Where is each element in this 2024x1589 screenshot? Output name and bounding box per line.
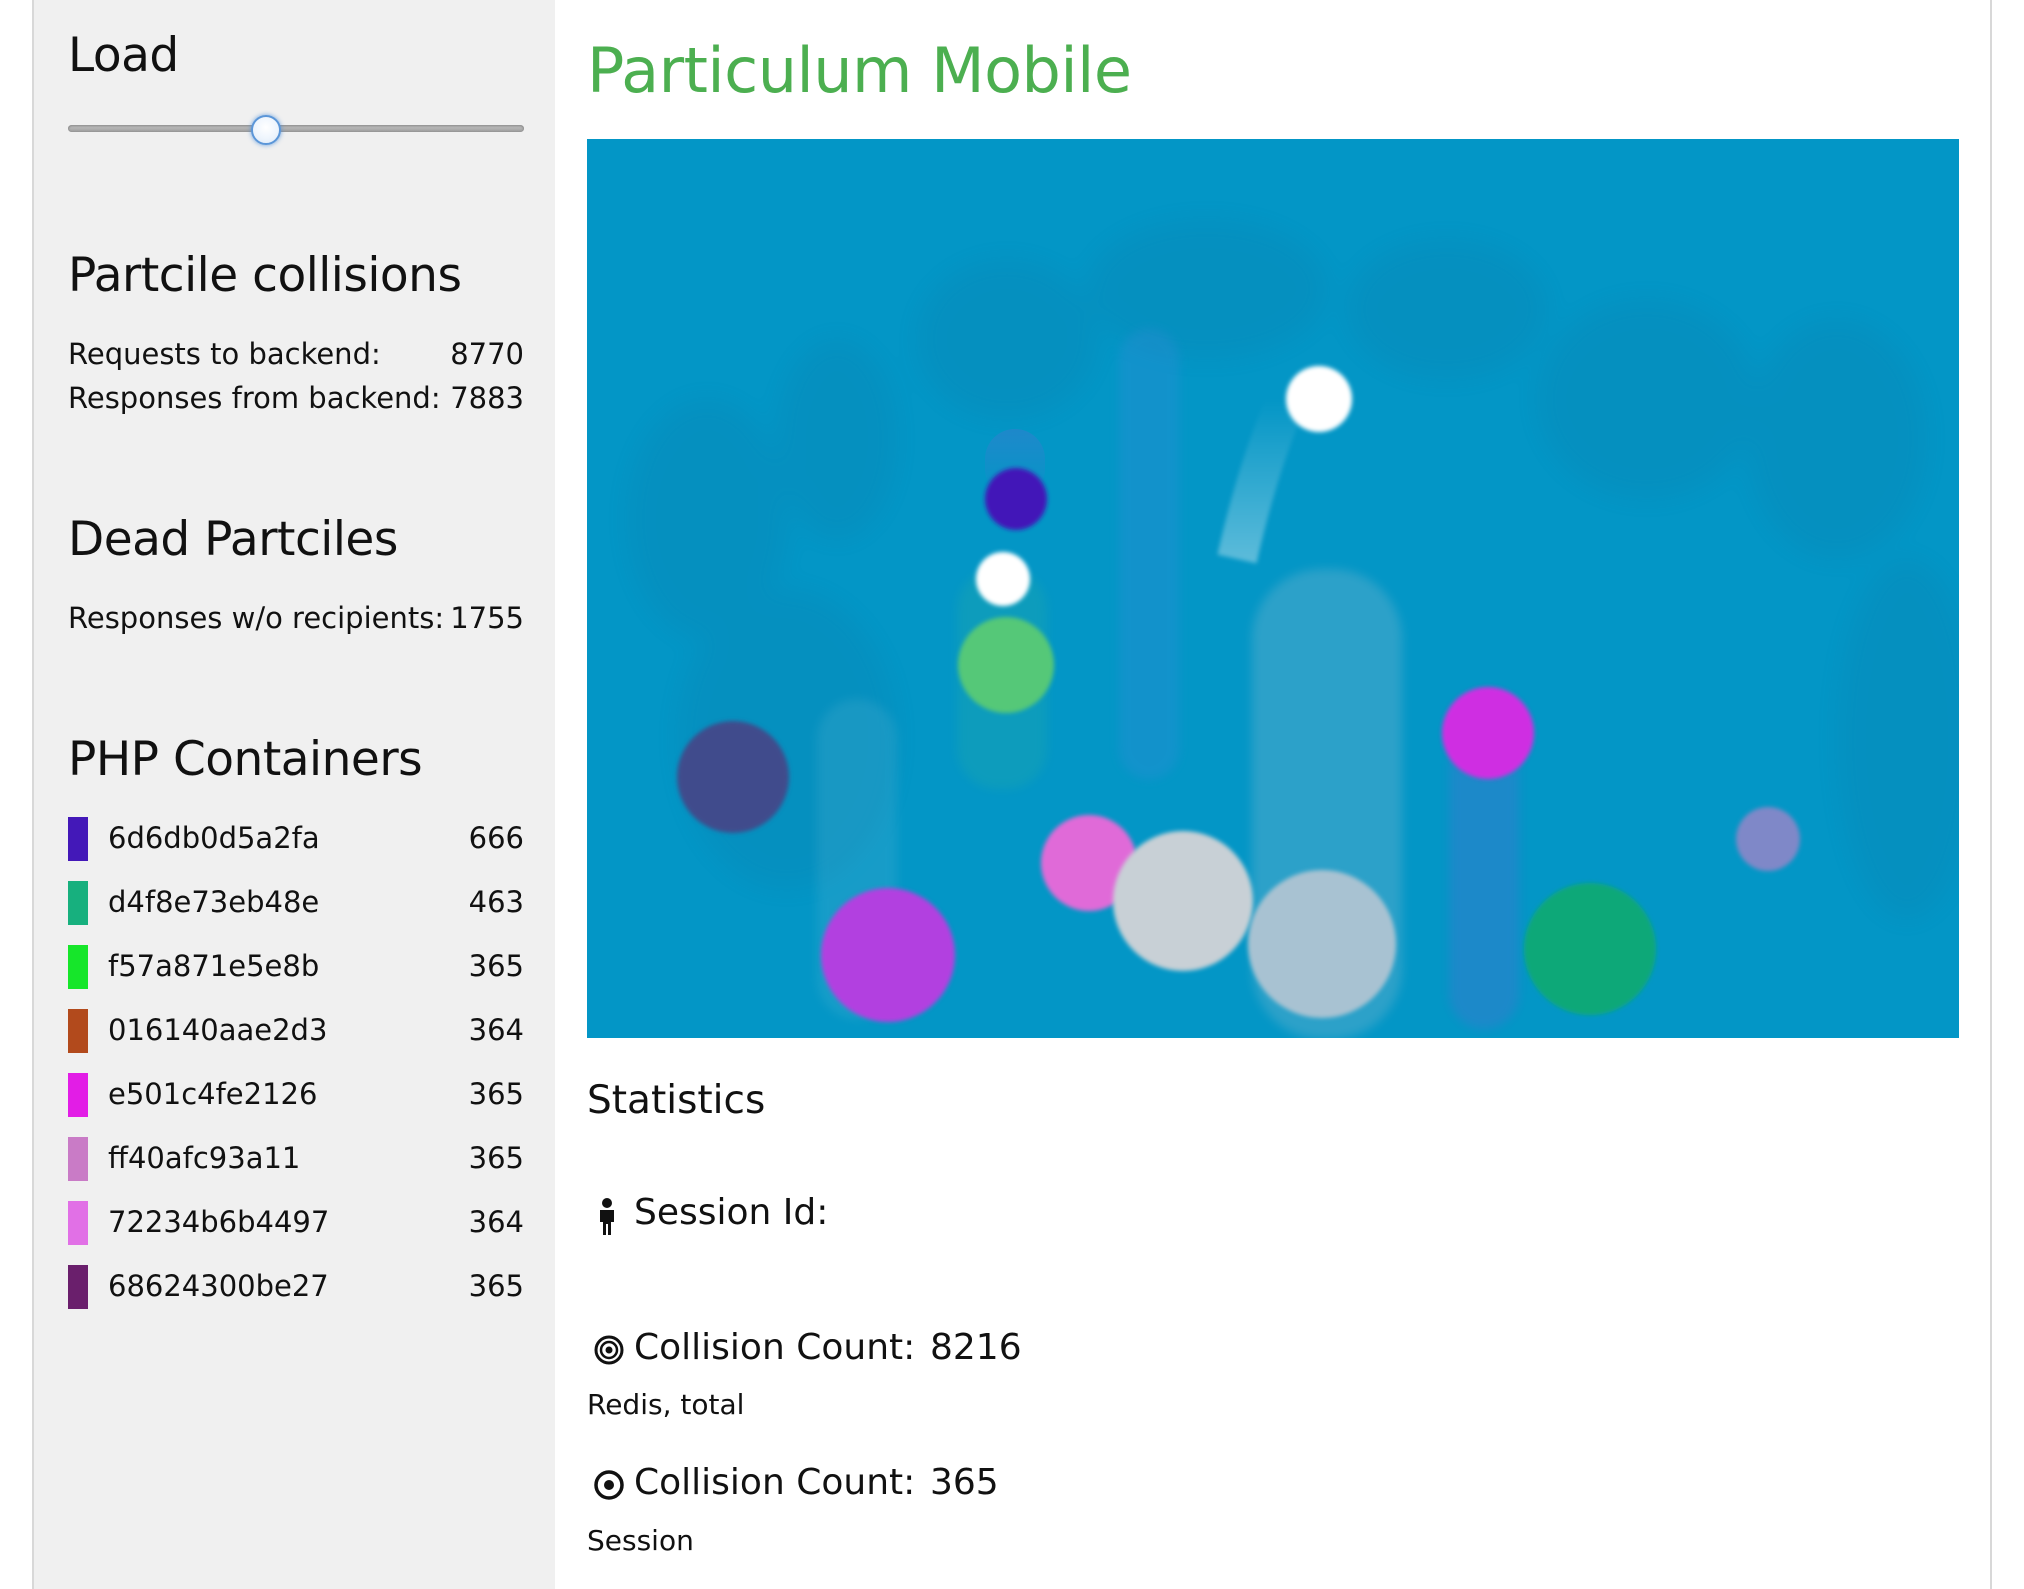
container-id: 6d6db0d5a2fa	[108, 821, 320, 855]
no-recipients-row: Responses w/o recipients: 1755	[68, 601, 524, 637]
container-count: 365	[468, 1077, 524, 1111]
no-recipients-value: 1755	[450, 601, 524, 635]
container-row: e501c4fe2126 365	[68, 1073, 524, 1117]
requests-row: Requests to backend: 8770	[68, 337, 524, 373]
particle-scene	[627, 219, 1959, 1038]
container-id: 68624300be27	[108, 1269, 329, 1303]
containers-heading: PHP Containers	[68, 732, 423, 787]
container-color-swatch	[68, 1265, 88, 1309]
container-row: 016140aae2d3 364	[68, 1009, 524, 1053]
collision-session-value: 365	[930, 1462, 999, 1503]
container-id: e501c4fe2126	[108, 1077, 318, 1111]
statistics-title: Statistics	[587, 1078, 766, 1123]
container-count: 364	[468, 1205, 524, 1239]
container-id: 72234b6b4497	[108, 1205, 330, 1239]
container-count: 365	[468, 1141, 524, 1175]
particle-canvas[interactable]	[587, 139, 1959, 1038]
load-slider-track[interactable]	[68, 125, 524, 132]
bullseye-icon	[587, 1460, 627, 1510]
container-color-swatch	[68, 1073, 88, 1117]
person-icon	[587, 1190, 627, 1240]
container-count: 666	[468, 821, 524, 855]
load-slider-thumb[interactable]	[251, 115, 282, 145]
app-title: Particulum Mobile	[587, 34, 1132, 107]
container-row: 6d6db0d5a2fa 666	[68, 817, 524, 861]
collision-session-note: Session	[587, 1524, 694, 1557]
container-color-swatch	[68, 945, 88, 989]
sidebar: Load Partcile collisions Requests to bac…	[34, 0, 555, 1589]
container-id: 016140aae2d3	[108, 1013, 328, 1047]
collision-total-label: Collision Count:	[634, 1327, 916, 1368]
page-border-right	[1990, 0, 1992, 1589]
collision-session-label: Collision Count:	[634, 1462, 916, 1503]
no-recipients-label: Responses w/o recipients:	[68, 601, 445, 635]
container-color-swatch	[68, 817, 88, 861]
target-icon	[587, 1325, 627, 1375]
container-count: 364	[468, 1013, 524, 1047]
container-id: ff40afc93a11	[108, 1141, 301, 1175]
container-row: 68624300be27 365	[68, 1265, 524, 1309]
container-color-swatch	[68, 1137, 88, 1181]
responses-value: 7883	[450, 381, 524, 415]
container-row: ff40afc93a11 365	[68, 1137, 524, 1181]
container-count: 463	[468, 885, 524, 919]
container-count: 365	[468, 949, 524, 983]
container-color-swatch	[68, 1009, 88, 1053]
container-color-swatch	[68, 1201, 88, 1245]
requests-label: Requests to backend:	[68, 337, 381, 371]
container-count: 365	[468, 1269, 524, 1303]
container-row: f57a871e5e8b 365	[68, 945, 524, 989]
responses-label: Responses from backend:	[68, 381, 441, 415]
load-heading: Load	[68, 28, 179, 83]
collision-total-value: 8216	[930, 1327, 1022, 1368]
collision-total-note: Redis, total	[587, 1388, 745, 1421]
session-id-label: Session Id:	[634, 1192, 829, 1233]
responses-row: Responses from backend: 7883	[68, 381, 524, 417]
requests-value: 8770	[450, 337, 524, 371]
container-id: d4f8e73eb48e	[108, 885, 320, 919]
container-id: f57a871e5e8b	[108, 949, 320, 983]
container-row: d4f8e73eb48e 463	[68, 881, 524, 925]
container-color-swatch	[68, 881, 88, 925]
container-row: 72234b6b4497 364	[68, 1201, 524, 1245]
collisions-heading: Partcile collisions	[68, 248, 462, 303]
dead-heading: Dead Partciles	[68, 512, 398, 567]
